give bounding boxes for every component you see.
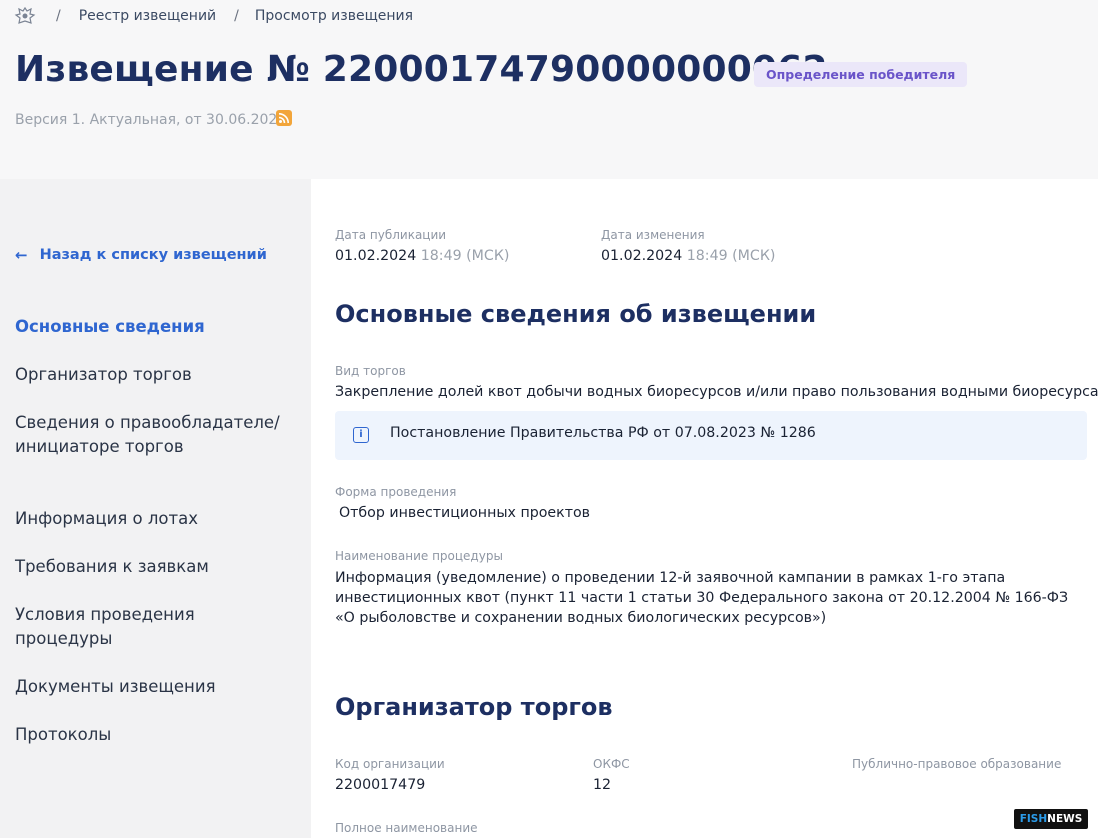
publication-time: 18:49 (МСК) xyxy=(420,248,510,264)
sidebar-item-rightholder[interactable]: Сведения о правообладателе/инициаторе то… xyxy=(15,411,285,459)
breadcrumb-registry-link[interactable]: Реестр извещений xyxy=(79,8,216,24)
fishnews-logo: FISHNEWS xyxy=(1014,809,1088,829)
breadcrumb: / Реестр извещений / Просмотр извещения xyxy=(14,4,413,28)
modification-date-label: Дата изменения xyxy=(601,228,705,242)
publication-date: 01.02.2024 xyxy=(335,248,417,264)
okfs-value: 12 xyxy=(593,777,612,793)
back-link-label: Назад к списку извещений xyxy=(39,247,267,263)
rss-icon[interactable] xyxy=(276,110,292,126)
section-heading-organizer: Организатор торгов xyxy=(335,693,613,721)
full-name-label: Полное наименование xyxy=(335,821,478,835)
emblem-icon[interactable] xyxy=(14,6,36,26)
regulation-text: Постановление Правительства РФ от 07.08.… xyxy=(390,425,816,441)
procedure-name-label: Наименование процедуры xyxy=(335,549,503,563)
page-title: Извещение № 22000174790000000062 xyxy=(15,49,828,90)
org-code-value: 2200017479 xyxy=(335,777,426,793)
modification-time: 18:49 (МСК) xyxy=(686,248,776,264)
publication-date-value: 01.02.2024 18:49 (МСК) xyxy=(335,248,509,264)
arrow-left-icon: ← xyxy=(15,246,28,264)
okfs-label: ОКФС xyxy=(593,757,630,771)
sidebar-item-lots[interactable]: Информация о лотах xyxy=(15,507,285,531)
public-entity-label: Публично-правовое образование xyxy=(852,757,1062,771)
breadcrumb-current[interactable]: Просмотр извещения xyxy=(255,8,413,24)
procedure-name-value: Информация (уведомление) о проведении 12… xyxy=(335,570,1069,626)
auction-type-label: Вид торгов xyxy=(335,364,406,378)
org-code-label: Код организации xyxy=(335,757,445,771)
regulation-info-box: i Постановление Правительства РФ от 07.0… xyxy=(335,411,1087,460)
page-header: / Реестр извещений / Просмотр извещения … xyxy=(0,0,1098,179)
form-label: Форма проведения xyxy=(335,485,457,499)
publication-date-label: Дата публикации xyxy=(335,228,447,242)
sidebar-item-basic-info[interactable]: Основные сведения xyxy=(15,315,285,339)
status-badge: Определение победителя xyxy=(754,62,968,87)
version-info: Версия 1. Актуальная, от 30.06.2024 xyxy=(15,112,287,128)
breadcrumb-separator: / xyxy=(56,8,61,24)
sidebar-item-requirements[interactable]: Требования к заявкам xyxy=(15,555,285,579)
breadcrumb-separator: / xyxy=(234,8,239,24)
back-to-list-link[interactable]: ← Назад к списку извещений xyxy=(15,246,267,264)
info-icon: i xyxy=(353,427,369,443)
auction-type-value: Закрепление долей квот добычи водных био… xyxy=(335,384,1098,400)
section-heading-basic-info: Основные сведения об извещении xyxy=(335,300,817,328)
sidebar-item-organizer[interactable]: Организатор торгов xyxy=(15,363,285,387)
form-value: Отбор инвестиционных проектов xyxy=(339,505,591,521)
sidebar-item-conditions[interactable]: Условия проведения процедуры xyxy=(15,603,215,651)
modification-date: 01.02.2024 xyxy=(601,248,683,264)
sidebar-item-documents[interactable]: Документы извещения xyxy=(15,675,285,699)
sidebar-item-protocols[interactable]: Протоколы xyxy=(15,723,285,747)
modification-date-value: 01.02.2024 18:49 (МСК) xyxy=(601,248,775,264)
